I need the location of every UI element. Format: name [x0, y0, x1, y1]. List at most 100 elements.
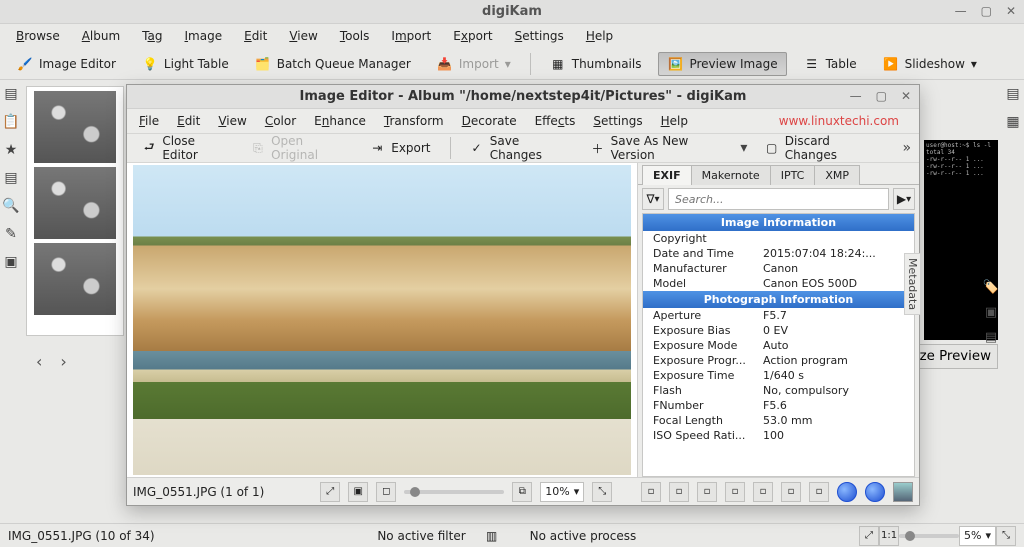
image-editor-button[interactable]: 🖌️ Image Editor	[8, 52, 125, 76]
ed-menu-decorate[interactable]: Decorate	[462, 114, 517, 128]
clipboard-icon[interactable]: 📋	[2, 114, 19, 130]
open-original-button[interactable]: ⎘ Open Original	[244, 130, 352, 166]
metadata-list[interactable]: Image Information CopyrightDate and Time…	[642, 213, 915, 477]
thumbnail[interactable]	[34, 167, 116, 239]
prev-icon[interactable]: ‹	[36, 352, 42, 371]
metadata-row[interactable]: Exposure Time1/640 s	[643, 368, 914, 383]
search-input[interactable]	[668, 188, 889, 210]
tag-icon[interactable]: 🏷️	[983, 280, 999, 295]
metadata-row[interactable]: Exposure ModeAuto	[643, 338, 914, 353]
minimize-icon[interactable]: —	[955, 4, 967, 18]
menu-view[interactable]: View	[289, 29, 317, 43]
tab-makernote[interactable]: Makernote	[691, 165, 771, 185]
metadata-row[interactable]: Copyright	[643, 231, 914, 246]
footer-btn[interactable]: ▫	[725, 482, 745, 502]
zoom-combo[interactable]: 5%▾	[959, 526, 996, 546]
editor-canvas[interactable]	[127, 163, 637, 477]
menu-tools[interactable]: Tools	[340, 29, 370, 43]
tab-exif[interactable]: EXIF	[642, 165, 692, 185]
next-icon[interactable]: ›	[60, 352, 66, 371]
expand-icon[interactable]: ⤡	[996, 526, 1016, 546]
thumbnails-button[interactable]: ▦ Thumbnails	[541, 52, 651, 76]
ed-menu-edit[interactable]: Edit	[177, 114, 200, 128]
menu-tag[interactable]: Tag	[142, 29, 162, 43]
tab-xmp[interactable]: XMP	[814, 165, 860, 185]
one-to-one-icon[interactable]: 1:1	[879, 526, 899, 546]
menu-settings[interactable]: Settings	[515, 29, 564, 43]
star-icon[interactable]: ★	[5, 142, 18, 158]
thumbnail[interactable]	[34, 243, 116, 315]
select-icon[interactable]: ◻	[376, 482, 396, 502]
metadata-row[interactable]: Focal Length53.0 mm	[643, 413, 914, 428]
one-to-one-icon[interactable]: ▣	[348, 482, 368, 502]
save-changes-button[interactable]: ✓ Save Changes	[462, 130, 573, 166]
info-icon[interactable]	[865, 482, 885, 502]
ed-menu-transform[interactable]: Transform	[384, 114, 444, 128]
table-button[interactable]: ☰ Table	[795, 52, 866, 76]
save-as-new-button[interactable]: ＋ Save As New Version	[583, 130, 730, 166]
editor-maximize-icon[interactable]: ▢	[876, 89, 887, 103]
filter-icon[interactable]: ∇▾	[642, 188, 664, 210]
ed-menu-color[interactable]: Color	[265, 114, 296, 128]
preview-image-button[interactable]: 🖼️ Preview Image	[658, 52, 786, 76]
footer-btn[interactable]: ▫	[641, 482, 661, 502]
footer-btn[interactable]: ▫	[697, 482, 717, 502]
footer-btn[interactable]: ▫	[781, 482, 801, 502]
ed-menu-view[interactable]: View	[218, 114, 246, 128]
metadata-row[interactable]: FNumberF5.6	[643, 398, 914, 413]
ed-menu-settings[interactable]: Settings	[593, 114, 642, 128]
ed-menu-enhance[interactable]: Enhance	[314, 114, 366, 128]
discard-changes-button[interactable]: ▢ Discard Changes	[757, 130, 882, 166]
filter-icon[interactable]: ▥	[484, 528, 500, 544]
navigator-thumb[interactable]	[893, 482, 913, 502]
menu-image[interactable]: Image	[185, 29, 223, 43]
ed-menu-file[interactable]: File	[139, 114, 159, 128]
metadata-row[interactable]: Date and Time2015:07:04 18:24:...	[643, 246, 914, 261]
close-editor-button[interactable]: ⮐ Close Editor	[135, 130, 234, 166]
color-icon[interactable]: ▣	[985, 305, 997, 320]
zoom-slider[interactable]	[404, 490, 504, 494]
search-icon[interactable]: 🔍	[2, 198, 19, 214]
metadata-row[interactable]: Exposure Bias0 EV	[643, 323, 914, 338]
menu-import[interactable]: Import	[391, 29, 431, 43]
import-button[interactable]: 📥 Import ▾	[428, 52, 520, 76]
more-icon[interactable]: »	[902, 140, 911, 156]
menu-browse[interactable]: Browse	[16, 29, 60, 43]
panel-icon-r2[interactable]: ▦	[1006, 114, 1019, 130]
editor-minimize-icon[interactable]: —	[850, 89, 862, 103]
menu-edit[interactable]: Edit	[244, 29, 267, 43]
panel-icon-r1[interactable]: ▤	[1006, 86, 1019, 102]
batch-queue-button[interactable]: 🗂️ Batch Queue Manager	[246, 52, 420, 76]
metadata-row[interactable]: ModelCanon EOS 500D	[643, 276, 914, 291]
panel-icon-1[interactable]: ▤	[4, 86, 17, 102]
calendar-icon[interactable]: ▤	[4, 170, 17, 186]
light-table-button[interactable]: 💡 Light Table	[133, 52, 238, 76]
metadata-row[interactable]: ApertureF5.7	[643, 308, 914, 323]
metadata-row[interactable]: Exposure Progr...Action program	[643, 353, 914, 368]
menu-help[interactable]: Help	[586, 29, 613, 43]
menu-album[interactable]: Album	[82, 29, 120, 43]
editor-close-icon[interactable]: ✕	[901, 89, 911, 103]
metadata-row[interactable]: FlashNo, compulsory	[643, 383, 914, 398]
zoom-combo[interactable]: 10%▾	[540, 482, 584, 502]
crop-icon[interactable]: ⧉	[512, 482, 532, 502]
metadata-row[interactable]: ManufacturerCanon	[643, 261, 914, 276]
fit-icon[interactable]: ⤢	[320, 482, 340, 502]
export-button[interactable]: ⇥ Export	[362, 136, 437, 160]
close-icon[interactable]: ✕	[1006, 4, 1016, 18]
ed-menu-help[interactable]: Help	[661, 114, 688, 128]
wand-icon[interactable]: ✎	[5, 226, 17, 242]
info-icon[interactable]	[837, 482, 857, 502]
thumbnail[interactable]	[34, 91, 116, 163]
footer-btn[interactable]: ▫	[753, 482, 773, 502]
footer-btn[interactable]: ▫	[669, 482, 689, 502]
gps-icon[interactable]: ▤	[985, 330, 997, 345]
footer-btn[interactable]: ▫	[809, 482, 829, 502]
metadata-vertical-label[interactable]: Metadata	[904, 253, 921, 315]
maximize-icon[interactable]: ▢	[981, 4, 992, 18]
fit-icon[interactable]: ⤢	[859, 526, 879, 546]
tab-iptc[interactable]: IPTC	[770, 165, 816, 185]
metadata-row[interactable]: ISO Speed Rati...100	[643, 428, 914, 443]
ed-menu-effects[interactable]: Effects	[535, 114, 576, 128]
play-icon[interactable]: ▶▾	[893, 188, 915, 210]
